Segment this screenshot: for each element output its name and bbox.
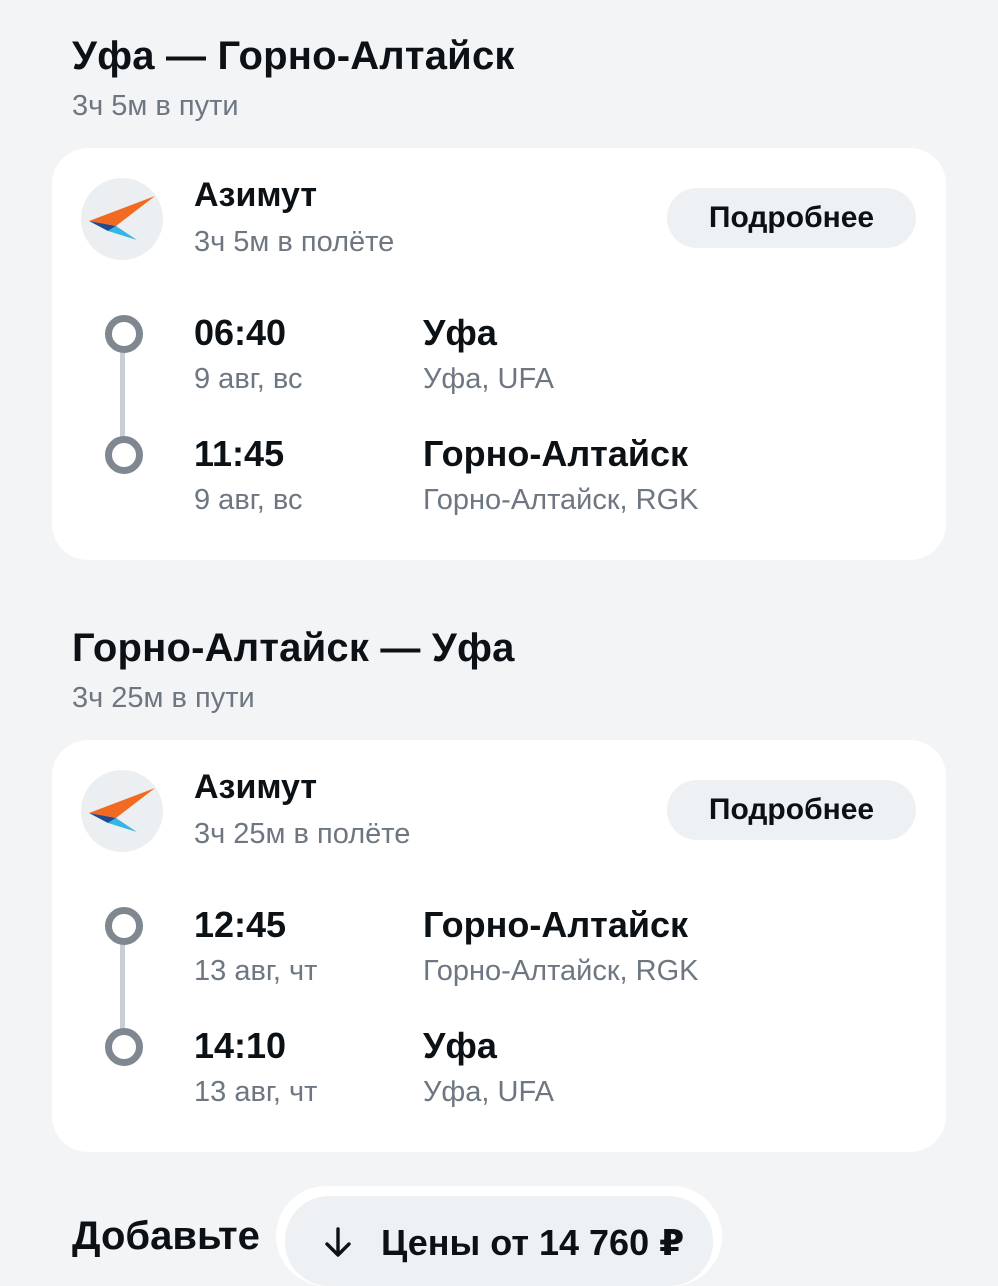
flight-duration: 3ч 5м в полёте: [194, 226, 395, 258]
departure-city: Горно-Алтайск: [423, 904, 689, 945]
route-title-outbound: Уфа — Горно-Алтайск: [72, 34, 515, 78]
flight-duration: 3ч 25м в полёте: [194, 818, 411, 850]
arrival-date: 13 авг, чт: [194, 1076, 318, 1108]
arrival-dot-icon: [105, 436, 143, 474]
route-total-duration-outbound: 3ч 5м в пути: [72, 90, 239, 122]
arrival-airport: Горно-Алтайск, RGK: [423, 484, 699, 516]
arrival-time: 11:45: [194, 433, 285, 474]
arrival-date: 9 авг, вс: [194, 484, 303, 516]
departure-time: 06:40: [194, 312, 287, 353]
departure-date: 13 авг, чт: [194, 955, 318, 987]
departure-date: 9 авг, вс: [194, 363, 303, 395]
departure-time: 12:45: [194, 904, 287, 945]
arrow-down-icon: [323, 1226, 353, 1261]
details-button[interactable]: Подробнее: [667, 188, 916, 248]
airline-name: Азимут: [194, 768, 318, 806]
airline-logo: [81, 178, 163, 260]
departure-airport: Уфа, UFA: [423, 363, 554, 395]
price-button-wrapper: Цены от 14 760 ₽: [276, 1186, 722, 1286]
details-button[interactable]: Подробнее: [667, 780, 916, 840]
departure-dot-icon: [105, 907, 143, 945]
departure-dot-icon: [105, 315, 143, 353]
departure-city: Уфа: [423, 312, 497, 353]
arrival-dot-icon: [105, 1028, 143, 1066]
flight-card-outbound: Азимут 3ч 5м в полёте Подробнее 06:40 9 …: [52, 148, 946, 560]
airline-name: Азимут: [194, 176, 318, 214]
departure-airport: Горно-Алтайск, RGK: [423, 955, 699, 987]
airline-logo: [81, 770, 163, 852]
price-button[interactable]: Цены от 14 760 ₽: [285, 1196, 713, 1286]
flight-card-return: Азимут 3ч 25м в полёте Подробнее 12:45 1…: [52, 740, 946, 1152]
price-label: Цены от 14 760 ₽: [381, 1222, 685, 1263]
arrival-airport: Уфа, UFA: [423, 1076, 554, 1108]
arrival-city: Горно-Алтайск: [423, 433, 689, 474]
add-section-title: Добавьте: [72, 1214, 260, 1258]
arrival-city: Уфа: [423, 1025, 497, 1066]
arrival-time: 14:10: [194, 1025, 287, 1066]
route-title-return: Горно-Алтайск — Уфа: [72, 626, 515, 670]
route-total-duration-return: 3ч 25м в пути: [72, 682, 255, 714]
